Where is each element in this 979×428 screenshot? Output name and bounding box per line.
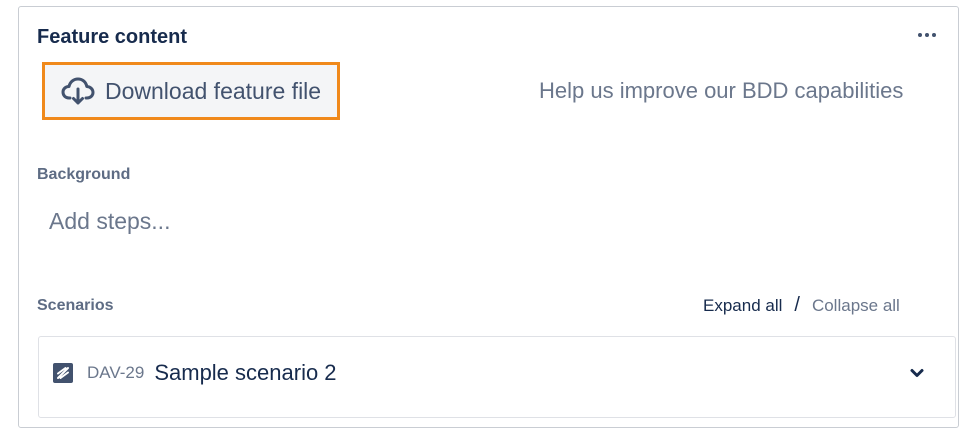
- scenarios-label: Scenarios: [37, 297, 114, 314]
- help-improve-link[interactable]: Help us improve our BDD capabilities: [539, 78, 903, 104]
- more-options-button[interactable]: [912, 24, 942, 46]
- expand-collapse-controls: Expand all / Collapse all: [703, 294, 900, 317]
- chevron-down-icon[interactable]: [907, 363, 927, 383]
- more-dot: [918, 33, 922, 37]
- expand-all-link[interactable]: Expand all: [703, 296, 782, 316]
- download-button-label: Download feature file: [105, 77, 322, 104]
- scenario-key: DAV-29: [87, 363, 145, 382]
- separator: /: [794, 294, 800, 316]
- add-steps-input[interactable]: Add steps...: [49, 208, 170, 235]
- scenario-row[interactable]: DAV-29 Sample scenario 2: [39, 353, 955, 393]
- cloud-download-icon: [61, 77, 95, 105]
- collapse-all-link[interactable]: Collapse all: [812, 296, 900, 316]
- scenario-name: Sample scenario 2: [154, 360, 337, 385]
- scenario-icon: [53, 363, 73, 383]
- scenario-card: DAV-29 Sample scenario 2: [38, 336, 956, 418]
- download-feature-file-button[interactable]: Download feature file: [42, 62, 340, 120]
- more-dot: [932, 33, 936, 37]
- panel-title: Feature content: [37, 26, 188, 48]
- more-dot: [925, 33, 929, 37]
- background-label: Background: [37, 166, 131, 183]
